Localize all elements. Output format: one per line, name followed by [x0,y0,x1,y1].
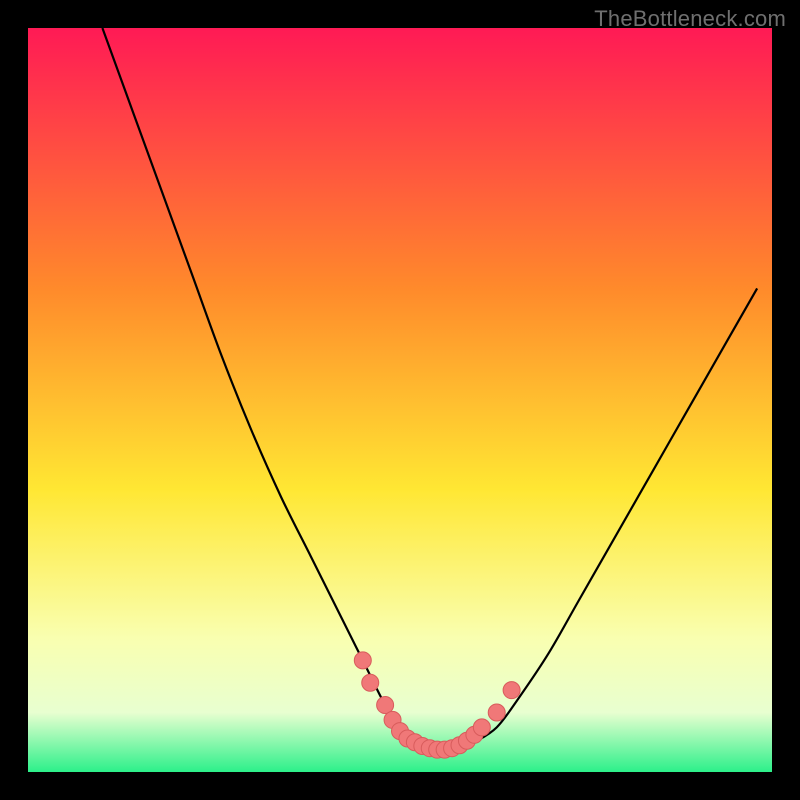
data-marker [354,652,371,669]
data-marker [377,697,394,714]
data-marker [473,719,490,736]
watermark-text: TheBottleneck.com [594,6,786,32]
plot-area [28,28,772,772]
data-marker [362,674,379,691]
data-marker [503,682,520,699]
gradient-background [28,28,772,772]
chart-svg [28,28,772,772]
data-marker [488,704,505,721]
outer-frame: TheBottleneck.com [0,0,800,800]
